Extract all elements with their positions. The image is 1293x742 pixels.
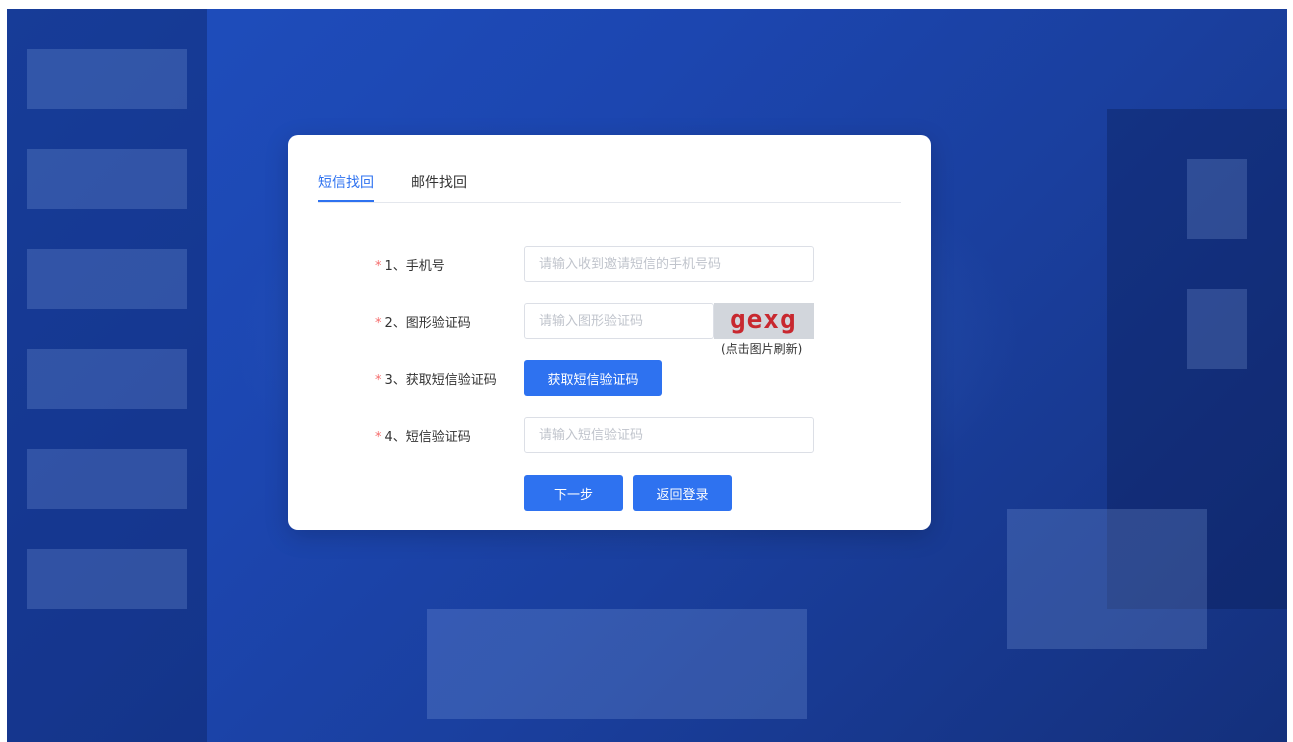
book-row [27, 249, 187, 309]
captcha-refresh-hint: (点击图片刷新) [721, 342, 803, 356]
book-row [1187, 159, 1247, 239]
get-sms-code-button[interactable]: 获取短信验证码 [524, 360, 662, 396]
phone-label: * 1、手机号 [375, 259, 445, 274]
next-step-button[interactable]: 下一步 [524, 475, 623, 511]
captcha-image[interactable]: gexg [714, 303, 814, 339]
recovery-tabs: 短信找回 邮件找回 [318, 169, 901, 203]
captcha-input[interactable] [524, 303, 714, 339]
required-mark: * [375, 316, 382, 331]
book-pile [1007, 509, 1207, 649]
sms-code-row: * 4、短信验证码 [288, 417, 931, 453]
book-row [27, 449, 187, 509]
phone-input[interactable] [524, 246, 814, 282]
sms-code-input[interactable] [524, 417, 814, 453]
captcha-label: * 2、图形验证码 [375, 316, 471, 331]
sms-request-label: * 3、获取短信验证码 [375, 373, 497, 388]
book-row [27, 549, 187, 609]
book-row [27, 49, 187, 109]
book-row [27, 149, 187, 209]
captcha-row: *2、图形验证码 gexg (点击图片刷新) [288, 303, 931, 356]
phone-row: * 1、手机号 [288, 246, 931, 282]
captcha-image-text: gexg [730, 305, 797, 335]
book-row [1187, 289, 1247, 369]
active-tab-indicator [318, 200, 374, 202]
sms-code-label: * 4、短信验证码 [375, 430, 471, 445]
tab-sms-recovery[interactable]: 短信找回 [318, 173, 374, 201]
required-mark: * [375, 259, 382, 274]
book-row [27, 349, 187, 409]
back-to-login-button[interactable]: 返回登录 [633, 475, 732, 511]
required-mark: * [375, 430, 382, 445]
required-mark: * [375, 373, 382, 388]
password-recovery-card: 短信找回 邮件找回 *1、手机号 *2、图形验证码 gexg (点击图片刷新) … [288, 135, 931, 530]
display-table [427, 609, 807, 719]
sms-request-row: * 3、获取短信验证码 获取短信验证码 [288, 360, 931, 396]
tab-email-recovery[interactable]: 邮件找回 [411, 173, 467, 201]
